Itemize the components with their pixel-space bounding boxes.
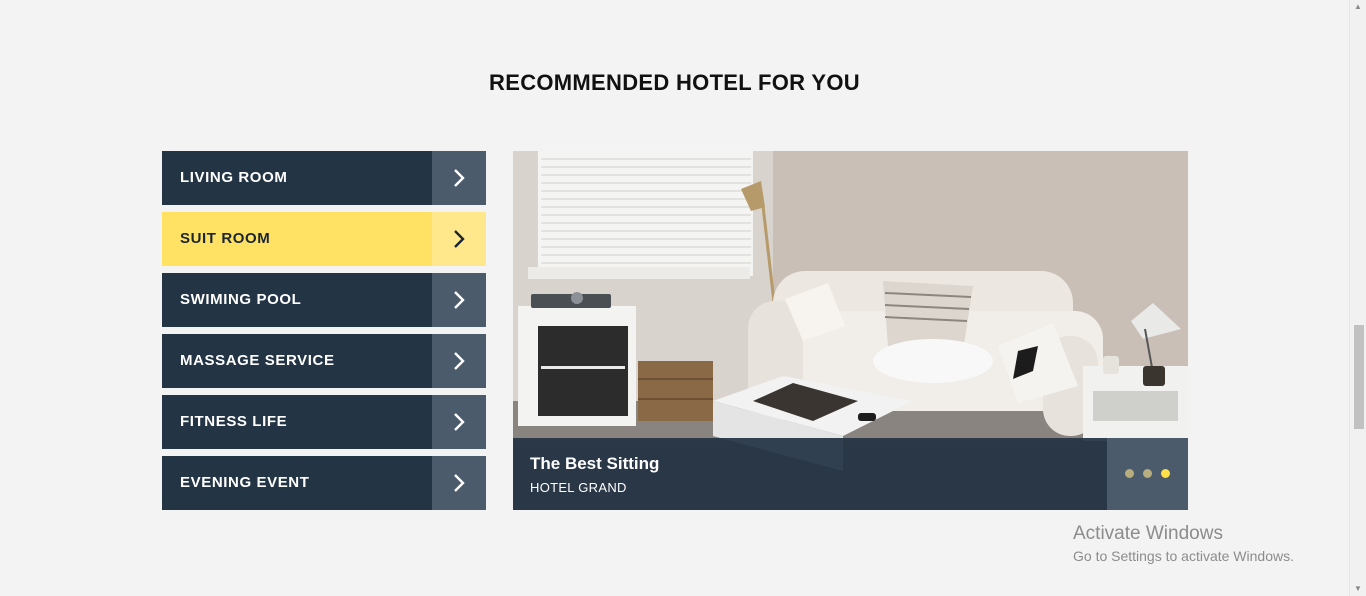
menu-arrow-button[interactable] bbox=[432, 395, 486, 449]
chevron-right-icon bbox=[454, 474, 465, 492]
scroll-up-arrow-icon[interactable]: ▲ bbox=[1354, 2, 1362, 11]
menu-item-label: FITNESS LIFE bbox=[180, 413, 288, 430]
menu-arrow-button[interactable] bbox=[432, 456, 486, 510]
menu-arrow-button[interactable] bbox=[432, 151, 486, 205]
chevron-right-icon bbox=[454, 352, 465, 370]
scrollbar-thumb[interactable] bbox=[1354, 325, 1364, 429]
menu-item-label: SUIT ROOM bbox=[180, 230, 271, 247]
menu-item-massage-service[interactable]: MASSAGE SERVICE bbox=[162, 334, 486, 388]
watermark-title: Activate Windows bbox=[1073, 523, 1223, 544]
menu-item-label: SWIMING POOL bbox=[180, 291, 302, 308]
chevron-right-icon bbox=[454, 291, 465, 309]
windows-activation-watermark: Activate Windows Go to Settings to activ… bbox=[1073, 523, 1294, 564]
menu-item-label: LIVING ROOM bbox=[180, 169, 288, 186]
menu-item-evening-event[interactable]: EVENING EVENT bbox=[162, 456, 486, 510]
slider-dot-1[interactable] bbox=[1125, 469, 1134, 478]
menu-item-living-room[interactable]: LIVING ROOM bbox=[162, 151, 486, 205]
menu-arrow-button[interactable] bbox=[432, 212, 486, 266]
chevron-right-icon bbox=[454, 230, 465, 248]
menu-item-label: EVENING EVENT bbox=[180, 474, 310, 491]
scroll-down-arrow-icon[interactable]: ▼ bbox=[1354, 584, 1362, 593]
section-title: RECOMMENDED HOTEL FOR YOU bbox=[489, 70, 860, 95]
room-slider: The Best Sitting HOTEL GRAND bbox=[513, 151, 1188, 510]
menu-item-fitness-life[interactable]: FITNESS LIFE bbox=[162, 395, 486, 449]
chevron-right-icon bbox=[454, 413, 465, 431]
chevron-right-icon bbox=[454, 169, 465, 187]
menu-arrow-button[interactable] bbox=[432, 273, 486, 327]
room-menu: LIVING ROOM SUIT ROOM SWIMING POOL MASSA… bbox=[162, 151, 486, 517]
slider-dot-2[interactable] bbox=[1143, 469, 1152, 478]
menu-arrow-button[interactable] bbox=[432, 334, 486, 388]
menu-item-swiming-pool[interactable]: SWIMING POOL bbox=[162, 273, 486, 327]
slide-caption: The Best Sitting HOTEL GRAND bbox=[513, 438, 1188, 510]
menu-item-suit-room[interactable]: SUIT ROOM bbox=[162, 212, 486, 266]
page-scrollbar[interactable]: ▲ ▼ bbox=[1349, 0, 1366, 596]
caption-title: The Best Sitting bbox=[530, 454, 660, 473]
menu-item-label: MASSAGE SERVICE bbox=[180, 352, 335, 369]
page: RECOMMENDED HOTEL FOR YOU LIVING ROOM SU… bbox=[0, 0, 1366, 596]
caption-subtitle: HOTEL GRAND bbox=[530, 480, 627, 495]
watermark-subtitle: Go to Settings to activate Windows. bbox=[1073, 548, 1294, 564]
slider-dot-3[interactable] bbox=[1161, 469, 1170, 478]
slider-pagination bbox=[1107, 438, 1188, 510]
